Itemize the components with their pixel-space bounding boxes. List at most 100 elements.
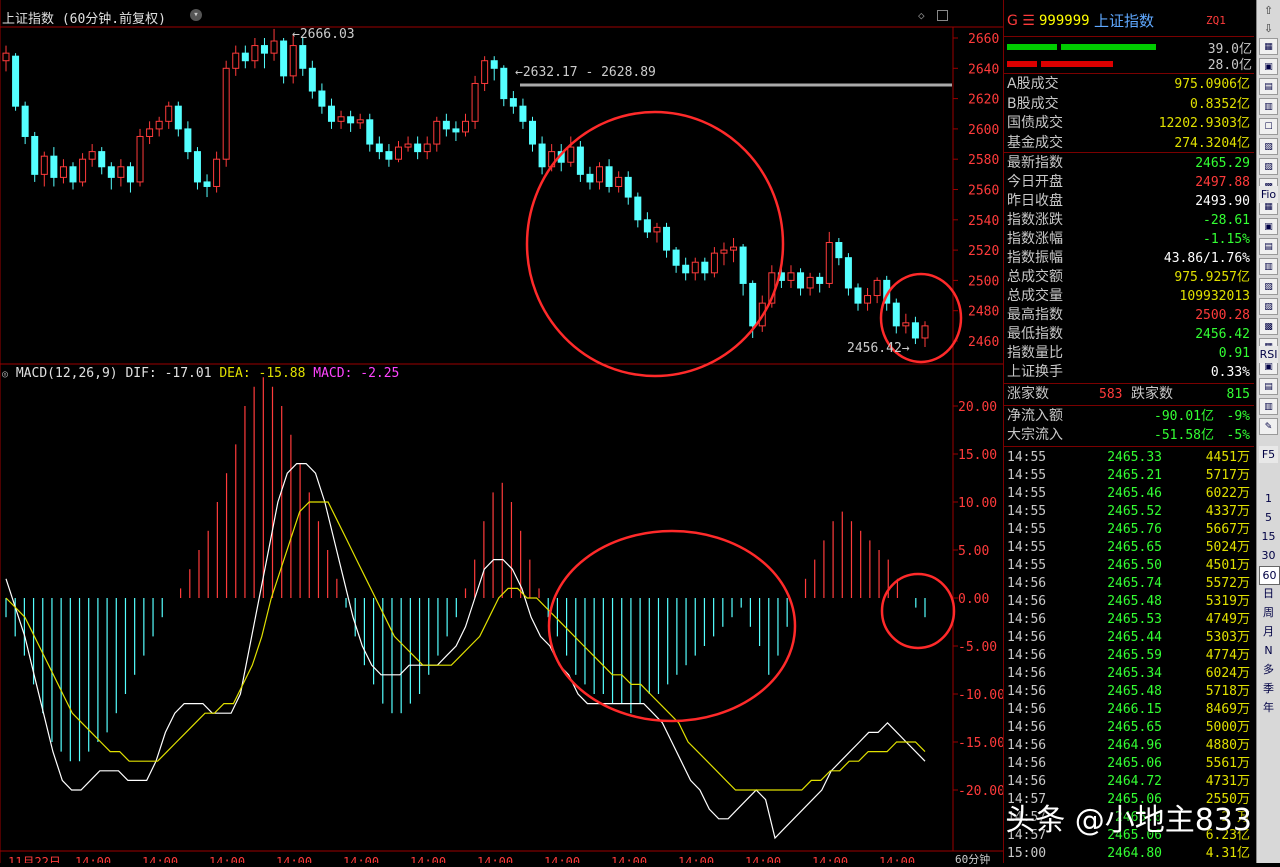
dropdown-chevron-icon[interactable]: ▾ <box>190 9 202 21</box>
tick-time: 14:56 <box>1007 648 1047 663</box>
price-tick-label: 2580 <box>968 153 999 168</box>
candle-body <box>184 128 192 153</box>
candle-body <box>529 120 537 145</box>
toolbar-tool-icon[interactable]: ☐ <box>1259 118 1278 135</box>
toolbar-tool-icon[interactable]: ▨ <box>1259 298 1278 315</box>
tick-row[interactable]: 14:55 2465.33 4451万 <box>1004 449 1254 467</box>
chart-svg[interactable]: 2460 2480 2500 2520 2540 2560 2580 2600 2620 2640… <box>0 0 1003 863</box>
tick-volume: 5303万 <box>1205 630 1250 645</box>
down-label: 跌家数 <box>1131 386 1173 402</box>
tick-row[interactable]: 14:55 2465.76 5667万 <box>1004 521 1254 539</box>
toolbar-tool-icon[interactable]: ▤ <box>1259 78 1278 95</box>
period-button[interactable]: 月 <box>1259 623 1278 640</box>
tick-row[interactable]: 14:55 2465.46 6022万 <box>1004 485 1254 503</box>
tick-row[interactable]: 14:55 2465.65 5024万 <box>1004 539 1254 557</box>
tick-price: 2465.44 <box>1107 630 1162 645</box>
candle-body <box>806 276 814 289</box>
toolbar-function-icon[interactable]: F5 <box>1259 446 1278 463</box>
turnover-label: A股成交 <box>1007 76 1059 92</box>
turnover-row: B股成交 0.8352亿 <box>1004 95 1254 114</box>
time-axis-label: 14:00 <box>276 855 312 863</box>
period-button[interactable]: 15 <box>1259 528 1278 545</box>
toolbar-tool-icon[interactable]: ▣ <box>1259 218 1278 235</box>
candle-body <box>653 226 661 233</box>
stat-row: 指数涨跌 -28.61 <box>1004 211 1254 230</box>
toolbar-tool-icon[interactable]: ▥ <box>1259 98 1278 115</box>
maximize-icon[interactable] <box>937 10 948 21</box>
tick-row[interactable]: 14:56 2465.74 5572万 <box>1004 575 1254 593</box>
candle-body <box>318 90 326 107</box>
tick-row[interactable]: 14:56 2465.44 5303万 <box>1004 629 1254 647</box>
toolbar-function-icon[interactable]: RSI <box>1259 346 1278 363</box>
toolbar-tool-icon[interactable]: ▣ <box>1259 58 1278 75</box>
tick-volume: 5667万 <box>1205 522 1250 537</box>
tick-row[interactable]: 14:55 2465.21 5717万 <box>1004 467 1254 485</box>
tick-row[interactable]: 14:56 2465.59 4774万 <box>1004 647 1254 665</box>
tick-row[interactable]: 14:55 2465.50 4501万 <box>1004 557 1254 575</box>
tick-row[interactable]: 14:56 2465.06 5561万 <box>1004 755 1254 773</box>
stock-code: 999999 <box>1039 13 1090 29</box>
tick-row[interactable]: 14:56 2464.96 4880万 <box>1004 737 1254 755</box>
toolbar-tool-icon[interactable]: ▦ <box>1259 38 1278 55</box>
tick-row[interactable]: 14:56 2464.72 4731万 <box>1004 773 1254 791</box>
toolbar-tool-icon[interactable]: ▩ <box>1259 318 1278 335</box>
tick-row[interactable]: 14:56 2465.34 6024万 <box>1004 665 1254 683</box>
period-button[interactable]: 周 <box>1259 604 1278 621</box>
tick-row[interactable]: 14:56 2465.53 4749万 <box>1004 611 1254 629</box>
toolbar-tool-icon[interactable]: ▤ <box>1259 378 1278 395</box>
toolbar-tool-icon[interactable]: ▧ <box>1259 138 1278 155</box>
arrow-down-icon[interactable]: ⇩ <box>1259 20 1278 37</box>
candle-body <box>500 67 508 100</box>
period-button[interactable]: 多 <box>1259 661 1278 678</box>
chart-area[interactable]: 2460 2480 2500 2520 2540 2560 2580 2600 2620 2640… <box>0 0 1003 866</box>
candle-body <box>816 276 824 284</box>
period-button[interactable]: 60 <box>1259 566 1280 585</box>
stat-row: 指数涨幅 -1.15% <box>1004 230 1254 249</box>
toolbar-function-icon[interactable]: Fio <box>1259 186 1278 203</box>
price-tick-label: 2500 <box>968 274 999 289</box>
period-button[interactable]: N <box>1259 642 1278 659</box>
tick-row[interactable]: 14:55 2465.52 4337万 <box>1004 503 1254 521</box>
candle-body <box>710 252 718 274</box>
toolbar-tool-icon[interactable]: ▥ <box>1259 398 1278 415</box>
tick-row[interactable]: 14:56 2465.65 5000万 <box>1004 719 1254 737</box>
time-axis-label: 14:00 <box>209 855 245 863</box>
time-axis-label: 14:00 <box>879 855 915 863</box>
tick-row[interactable]: 14:56 2465.48 5319万 <box>1004 593 1254 611</box>
tick-volume: 6022万 <box>1205 486 1250 501</box>
period-button[interactable]: 5 <box>1259 509 1278 526</box>
period-button[interactable]: 季 <box>1259 680 1278 697</box>
tick-volume: 4501万 <box>1205 558 1250 573</box>
volume-bar-green-1 <box>1007 44 1057 50</box>
toolbar-tool-icon[interactable]: ▨ <box>1259 158 1278 175</box>
arrow-up-icon[interactable]: ⇧ <box>1259 2 1278 19</box>
candle-body <box>634 196 642 221</box>
tick-row[interactable]: 14:56 2465.48 5718万 <box>1004 683 1254 701</box>
period-button[interactable]: 30 <box>1259 547 1278 564</box>
turnover-value: 975.0906亿 <box>1174 77 1250 92</box>
zq-badge[interactable]: ZQ1 <box>1206 10 1226 32</box>
tick-volume: 8469万 <box>1205 702 1250 717</box>
diamond-icon[interactable]: ◇ <box>918 9 925 22</box>
period-button[interactable]: 日 <box>1259 585 1278 602</box>
period-button[interactable]: 1 <box>1259 490 1278 507</box>
toolbar-tool-icon[interactable]: ▥ <box>1259 258 1278 275</box>
stat-value: 2465.29 <box>1195 156 1250 171</box>
toolbar-tool-icon[interactable]: ▤ <box>1259 238 1278 255</box>
tick-price: 2466.15 <box>1107 702 1162 717</box>
stat-row: 总成交量 109932013 <box>1004 287 1254 306</box>
period-button[interactable]: 年 <box>1259 699 1278 716</box>
candle-body <box>308 67 316 92</box>
stat-value: 0.33% <box>1210 365 1250 380</box>
turnover-label: 国债成交 <box>1007 115 1063 131</box>
tick-row[interactable]: 14:56 2466.15 8469万 <box>1004 701 1254 719</box>
panel-menu-icon[interactable]: ◎ <box>2 369 8 380</box>
tick-row[interactable]: 15:00 2464.80 4.31亿 <box>1004 845 1254 863</box>
macd-tick-label: -15.00 <box>958 736 1003 751</box>
candle-body <box>280 40 288 77</box>
stat-label: 上证换手 <box>1007 364 1063 380</box>
candle-body <box>146 128 154 137</box>
toolbar-tool-icon[interactable]: ✎ <box>1259 418 1278 435</box>
candle-body <box>40 155 48 175</box>
toolbar-tool-icon[interactable]: ▧ <box>1259 278 1278 295</box>
